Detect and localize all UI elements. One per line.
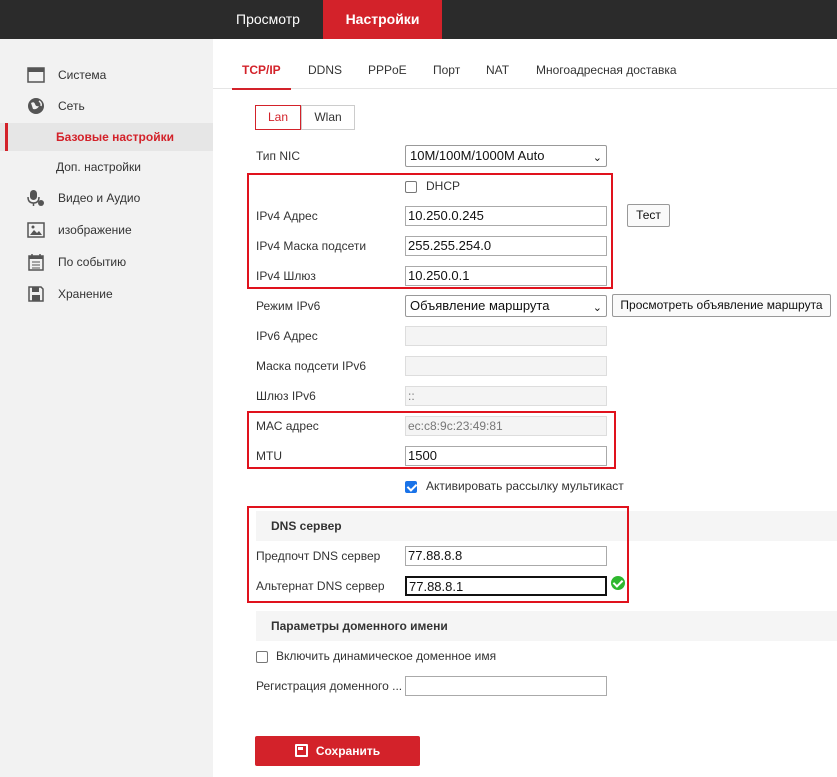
view-route-advertisement-button[interactable]: Просмотреть объявление маршрута — [612, 294, 831, 317]
tab-bar: TCP/IP DDNS PPPoE Порт NAT Многоадресная… — [213, 39, 837, 90]
dhcp-checkbox[interactable] — [405, 181, 417, 193]
microphone-camera-icon — [27, 190, 44, 206]
tab-port[interactable]: Порт — [433, 39, 460, 89]
mtu-input[interactable]: 1500 — [405, 446, 607, 466]
tab-ddns[interactable]: DDNS — [308, 39, 342, 89]
globe-icon — [28, 98, 44, 114]
sidebar-item-network[interactable]: Сеть — [0, 91, 213, 121]
tab-pppoe[interactable]: PPPoE — [368, 39, 407, 89]
mac-address-input: ec:c8:9c:23:49:81 — [405, 416, 607, 436]
tab-nat[interactable]: NAT — [486, 39, 509, 89]
multicast-checkbox[interactable] — [405, 481, 417, 493]
ipv4-mask-label: IPv4 Маска подсети — [256, 239, 367, 253]
sidebar-item-label: Видео и Аудио — [58, 191, 141, 205]
sidebar-subitem-basic[interactable]: Базовые настройки — [0, 123, 213, 151]
chevron-down-icon: ⌄ — [592, 152, 602, 164]
ipv6-gateway-input: :: — [405, 386, 607, 406]
ipv6-mode-label: Режим IPv6 — [256, 299, 321, 313]
ipv6-mode-value: Объявление маршрута — [410, 298, 550, 313]
nic-type-label: Тип NIC — [256, 149, 301, 163]
sidebar-subitem-label: Доп. настройки — [56, 160, 141, 174]
nav-settings[interactable]: Настройки — [323, 0, 442, 39]
ipv6-address-input — [405, 326, 607, 346]
ipv4-address-label: IPv4 Адрес — [256, 209, 318, 223]
multicast-label: Активировать рассылку мультикаст — [426, 479, 624, 493]
ipv4-gateway-label: IPv4 Шлюз — [256, 269, 316, 283]
sidebar-item-system[interactable]: Система — [0, 60, 213, 90]
ipv6-gateway-label: Шлюз IPv6 — [256, 389, 316, 403]
save-button[interactable]: Сохранить — [255, 736, 420, 766]
domain-registration-input[interactable] — [405, 676, 607, 696]
sidebar-item-event[interactable]: По событию — [0, 247, 213, 277]
preferred-dns-label: Предпочт DNS сервер — [256, 549, 381, 563]
nic-type-select[interactable]: 10M/100M/1000M Auto ⌄ — [405, 145, 607, 167]
calendar-icon — [28, 254, 44, 271]
sidebar-item-label: Сеть — [58, 99, 85, 113]
sidebar-item-label: По событию — [58, 255, 127, 269]
check-circle-icon — [611, 576, 625, 590]
ipv4-gateway-input[interactable]: 10.250.0.1 — [405, 266, 607, 286]
sidebar-item-image[interactable]: изображение — [0, 215, 213, 245]
ipv4-address-input[interactable]: 10.250.0.245 — [405, 206, 607, 226]
nav-preview[interactable]: Просмотр — [213, 0, 323, 39]
dhcp-label: DHCP — [426, 179, 461, 193]
domain-section-header: Параметры доменного имени — [256, 611, 837, 641]
sidebar-subitem-advanced[interactable]: Доп. настройки — [0, 153, 213, 181]
sidebar-item-label: Хранение — [58, 287, 113, 301]
sidebar-item-video-audio[interactable]: Видео и Аудио — [0, 183, 213, 213]
tab-multicast[interactable]: Многоадресная доставка — [536, 39, 677, 89]
floppy-icon — [294, 744, 308, 757]
preferred-dns-input[interactable]: 77.88.8.8 — [405, 546, 607, 566]
alternate-dns-input[interactable]: 77.88.8.1 — [405, 576, 607, 596]
mac-address-label: МАС адрес — [256, 419, 319, 433]
dns-section-header: DNS сервер — [256, 511, 837, 541]
tab-tcpip[interactable]: TCP/IP — [232, 39, 291, 90]
sidebar-subitem-label: Базовые настройки — [56, 130, 174, 144]
dynamic-domain-label: Включить динамическое доменное имя — [276, 649, 497, 663]
mtu-label: MTU — [256, 449, 282, 463]
ipv6-mask-label: Маска подсети IPv6 — [256, 359, 367, 373]
sidebar-item-label: изображение — [58, 223, 132, 237]
system-icon — [27, 67, 45, 83]
nic-type-value: 10M/100M/1000M Auto — [410, 148, 545, 163]
image-icon — [27, 222, 45, 238]
subtab-wlan[interactable]: Wlan — [301, 105, 355, 130]
ipv6-mask-input — [405, 356, 607, 376]
dynamic-domain-checkbox[interactable] — [256, 651, 268, 663]
subtab-lan[interactable]: Lan — [255, 105, 301, 130]
save-label: Сохранить — [315, 744, 381, 758]
chevron-down-icon: ⌄ — [592, 302, 602, 314]
ipv6-address-label: IPv6 Адрес — [256, 329, 318, 343]
ipv4-mask-input[interactable]: 255.255.254.0 — [405, 236, 607, 256]
alternate-dns-label: Альтернат DNS сервер — [256, 579, 385, 593]
sidebar-item-label: Система — [58, 68, 107, 82]
sidebar: Система Сеть Базовые настройки Доп. наст… — [0, 39, 213, 777]
ipv6-mode-select[interactable]: Объявление маршрута ⌄ — [405, 295, 607, 317]
sidebar-item-storage[interactable]: Хранение — [0, 279, 213, 309]
domain-registration-label: Регистрация доменного ... — [256, 679, 403, 693]
test-button[interactable]: Тест — [627, 204, 670, 227]
floppy-icon — [28, 286, 44, 302]
